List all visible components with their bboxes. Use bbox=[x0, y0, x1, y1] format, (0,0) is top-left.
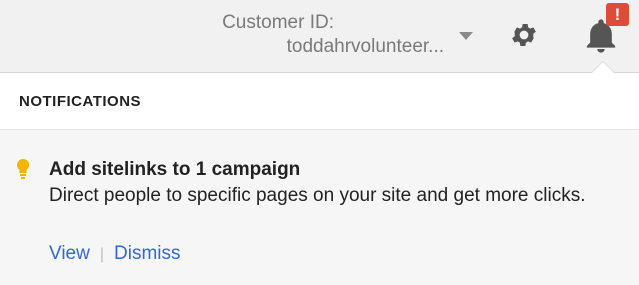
dismiss-link[interactable]: Dismiss bbox=[114, 243, 181, 264]
notification-actions: View | Dismiss bbox=[49, 243, 181, 265]
notifications-panel-header: NOTIFICATIONS bbox=[0, 73, 639, 130]
gear-icon[interactable] bbox=[509, 20, 539, 50]
panel-title: NOTIFICATIONS bbox=[19, 93, 142, 110]
action-separator: | bbox=[99, 246, 104, 263]
app-root: Customer ID: toddahrvolunteer... ! NOTIF… bbox=[0, 0, 639, 285]
panel-pointer bbox=[592, 62, 614, 73]
notification-badge: ! bbox=[606, 3, 629, 26]
view-link[interactable]: View bbox=[49, 243, 90, 264]
customer-id-label: Customer ID: bbox=[222, 12, 334, 33]
notification-item: Add sitelinks to 1 campaign Direct peopl… bbox=[0, 130, 639, 285]
notification-title: Add sitelinks to 1 campaign bbox=[49, 159, 301, 180]
customer-id-block[interactable]: Customer ID: toddahrvolunteer... bbox=[222, 11, 444, 59]
customer-id-value: toddahrvolunteer... bbox=[286, 36, 444, 57]
lightbulb-icon bbox=[16, 158, 30, 179]
notification-body: Direct people to specific pages on your … bbox=[49, 185, 586, 206]
notifications-panel: NOTIFICATIONS Add sitelinks to 1 campaig… bbox=[0, 73, 639, 285]
top-bar: Customer ID: toddahrvolunteer... ! bbox=[0, 0, 639, 73]
chevron-down-icon[interactable] bbox=[458, 30, 474, 42]
